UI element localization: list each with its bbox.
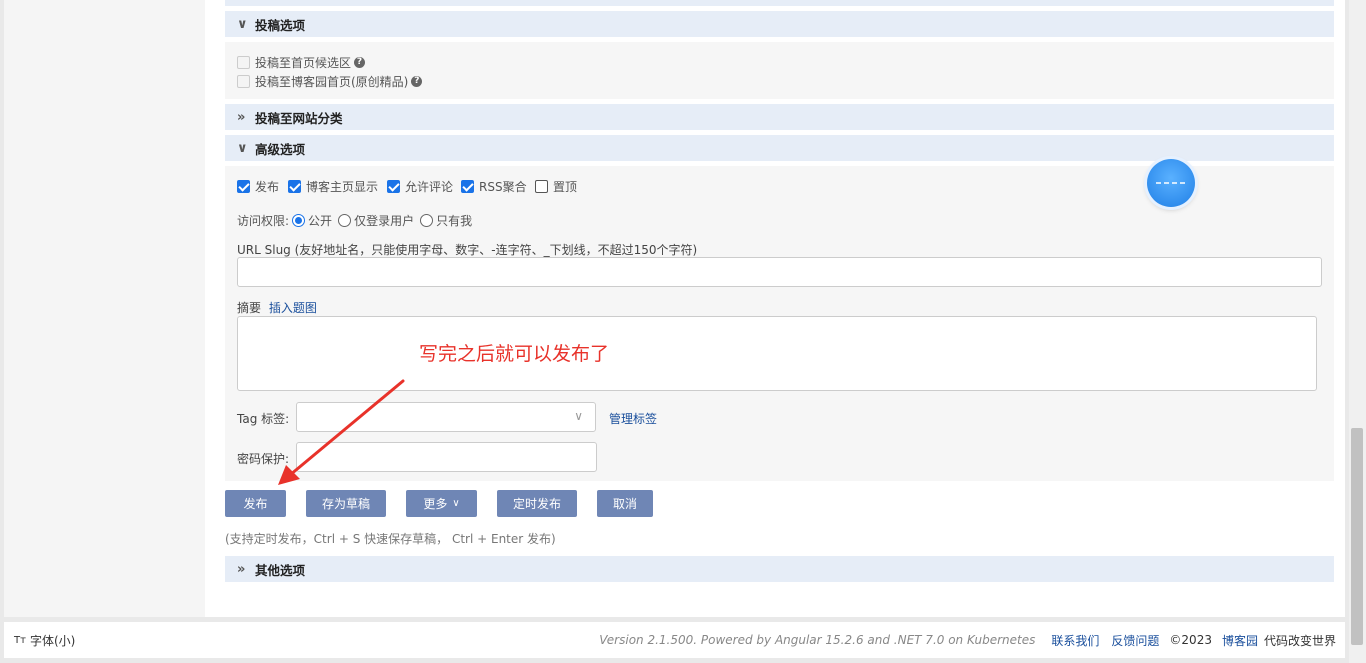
homepage-original-checkbox[interactable] bbox=[237, 75, 250, 88]
footer: Tт 字体(小) Version 2.1.500. Powered by Ang… bbox=[4, 622, 1345, 658]
homepage-original-row[interactable]: 投稿至博客园首页(原创精品) ? bbox=[237, 73, 423, 90]
rss-label: RSS聚合 bbox=[479, 180, 527, 194]
annotation-text: 写完之后就可以发布了 bbox=[419, 343, 610, 365]
font-icon[interactable]: Tт bbox=[14, 635, 26, 646]
allow-comment-checkbox[interactable] bbox=[387, 180, 400, 193]
more-label: 更多 bbox=[423, 497, 448, 511]
access-logged-in-radio[interactable] bbox=[338, 214, 352, 227]
allow-comment-label: 允许评论 bbox=[405, 180, 454, 194]
blog-home-show-label: 博客主页显示 bbox=[306, 180, 379, 194]
font-size-toggle[interactable]: 字体(小) bbox=[30, 632, 75, 649]
homepage-candidate-label: 投稿至首页候选区 bbox=[255, 56, 352, 70]
chevron-right-icon: » bbox=[237, 561, 246, 577]
editor-page: ∨ 投稿选项 投稿至首页候选区 ? 投稿至博客园首页(原创精品) ? » 投稿至… bbox=[4, 0, 1345, 617]
contact-link[interactable]: 联系我们 bbox=[1051, 632, 1099, 649]
access-only-me-radio[interactable] bbox=[420, 214, 434, 227]
brand-link[interactable]: 博客园 bbox=[1222, 632, 1258, 649]
pin-top-option[interactable]: 置顶 bbox=[535, 178, 577, 195]
slug-label: URL Slug (友好地址名，只能使用字母、数字、-连字符、_下划线，不超过1… bbox=[237, 243, 698, 257]
rss-option[interactable]: RSS聚合 bbox=[461, 178, 527, 195]
chevron-right-icon: » bbox=[237, 109, 246, 125]
chevron-down-icon: ∨ bbox=[237, 16, 248, 32]
help-icon[interactable]: ? bbox=[411, 76, 423, 87]
schedule-button[interactable]: 定时发布 bbox=[497, 490, 577, 517]
section-title: 投稿选项 bbox=[255, 17, 306, 33]
access-only-me-label: 只有我 bbox=[436, 214, 473, 228]
pin-top-label: 置顶 bbox=[553, 180, 578, 194]
access-logged-in-label: 仅登录用户 bbox=[354, 214, 415, 228]
section-title: 投稿至网站分类 bbox=[255, 110, 343, 126]
pin-top-checkbox[interactable] bbox=[535, 180, 548, 193]
help-icon[interactable]: ? bbox=[354, 57, 366, 68]
more-button[interactable]: 更多 ∨ bbox=[406, 490, 477, 517]
homepage-candidate-checkbox[interactable] bbox=[237, 56, 250, 69]
version-text: Version 2.1.500. Powered by Angular 15.2… bbox=[599, 633, 1036, 647]
publish-label: 发布 bbox=[255, 180, 280, 194]
annotation-arrow bbox=[278, 379, 405, 485]
rss-checkbox[interactable] bbox=[461, 180, 474, 193]
allow-comment-option[interactable]: 允许评论 bbox=[387, 178, 453, 195]
chevron-down-icon: ∨ bbox=[452, 498, 460, 509]
chevron-down-icon: ∨ bbox=[237, 140, 248, 156]
left-pane bbox=[4, 0, 205, 617]
section-site-category[interactable]: » 投稿至网站分类 bbox=[225, 104, 1334, 130]
floating-assistant-button[interactable] bbox=[1147, 159, 1195, 207]
scrollbar-thumb[interactable] bbox=[1351, 428, 1363, 645]
access-row: 访问权限: 公开 仅登录用户 只有我 bbox=[237, 212, 472, 229]
cancel-button[interactable]: 取消 bbox=[597, 490, 653, 517]
top-section-edge bbox=[225, 0, 1334, 6]
homepage-candidate-row[interactable]: 投稿至首页候选区 ? bbox=[237, 54, 366, 71]
options-panel: ∨ 投稿选项 投稿至首页候选区 ? 投稿至博客园首页(原创精品) ? » 投稿至… bbox=[225, 0, 1335, 617]
summary-label: 摘要 bbox=[237, 301, 262, 315]
homepage-original-label: 投稿至博客园首页(原创精品) bbox=[255, 75, 409, 89]
section-submit-options[interactable]: ∨ 投稿选项 bbox=[225, 11, 1334, 37]
summary-label-row: 摘要 插入题图 bbox=[237, 299, 317, 316]
section-advanced[interactable]: ∨ 高级选项 bbox=[225, 135, 1334, 161]
chevron-down-icon: ∨ bbox=[574, 409, 583, 423]
slug-input[interactable] bbox=[237, 257, 1322, 287]
publish-option[interactable]: 发布 bbox=[237, 178, 279, 195]
manage-tags-link[interactable]: 管理标签 bbox=[609, 410, 657, 427]
feedback-link[interactable]: 反馈问题 bbox=[1111, 632, 1159, 649]
slogan-text: 代码改变世界 bbox=[1263, 633, 1336, 648]
publish-button[interactable]: 发布 bbox=[225, 490, 286, 517]
insert-image-link[interactable]: 插入题图 bbox=[269, 301, 317, 315]
publish-checkbox[interactable] bbox=[237, 180, 250, 193]
blog-home-show-option[interactable]: 博客主页显示 bbox=[288, 178, 378, 195]
blog-home-show-checkbox[interactable] bbox=[288, 180, 301, 193]
section-title: 高级选项 bbox=[255, 141, 306, 157]
submit-options-panel: 投稿至首页候选区 ? 投稿至博客园首页(原创精品) ? bbox=[225, 42, 1334, 99]
access-public-radio[interactable] bbox=[292, 214, 306, 227]
section-other[interactable]: » 其他选项 bbox=[225, 556, 1334, 582]
shortcut-hint: (支持定时发布，Ctrl + S 快速保存草稿， Ctrl + Enter 发布… bbox=[225, 532, 556, 546]
access-public-label: 公开 bbox=[308, 214, 333, 228]
save-draft-button[interactable]: 存为草稿 bbox=[306, 490, 386, 517]
copyright-text: ©2023 bbox=[1169, 633, 1212, 647]
section-title: 其他选项 bbox=[255, 562, 306, 578]
dash-icon bbox=[1156, 182, 1186, 184]
access-label: 访问权限: bbox=[237, 214, 290, 228]
